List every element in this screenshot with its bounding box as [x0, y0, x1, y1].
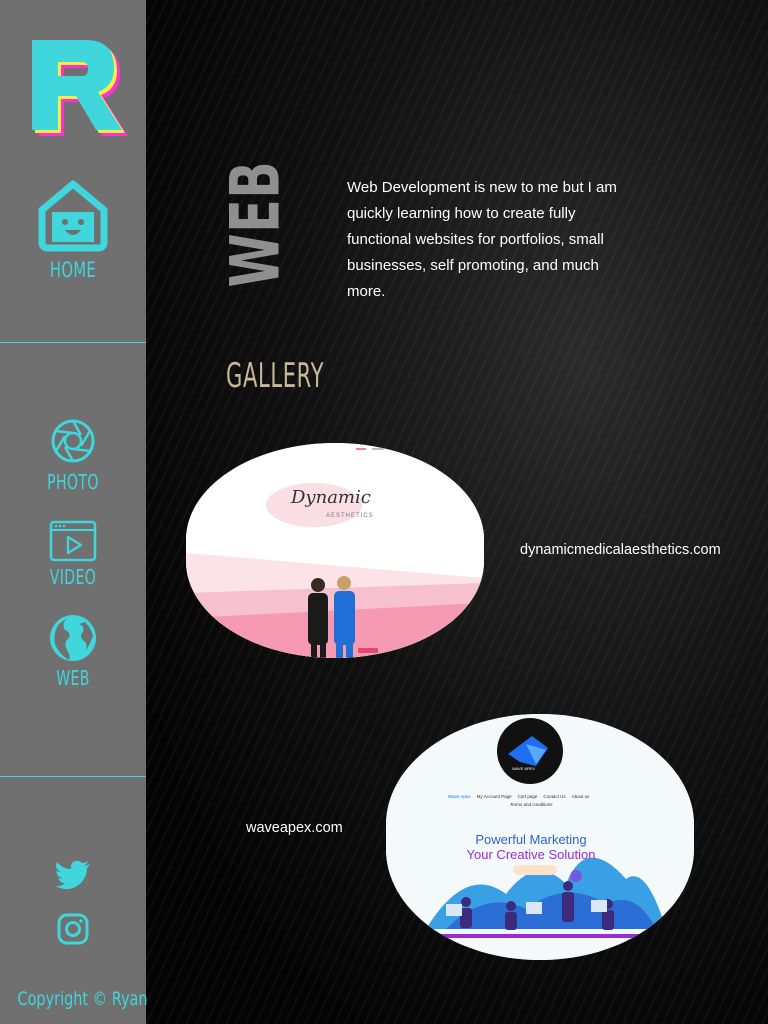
sidebar-divider-bottom	[0, 776, 146, 777]
web-intro-text: Web Development is new to me but I am qu…	[347, 179, 617, 300]
video-player-icon	[49, 520, 97, 562]
nav-photo-label: PHOTO	[47, 470, 99, 494]
section-title-web: WEB	[216, 160, 296, 288]
project-link-dynamic[interactable]: dynamicmedicalaesthetics.com	[520, 542, 721, 558]
nav-video-label: VIDEO	[49, 565, 97, 589]
nav-video[interactable]: VIDEO	[0, 520, 146, 589]
waveapex-logo-text: WAVE APEX	[512, 766, 535, 771]
waveapex-nav-item: Wave Apex	[448, 794, 471, 799]
project-thumbnail-dynamic[interactable]: Dynamic AESTHETICS	[186, 443, 484, 658]
project-thumbnail-waveapex[interactable]: WAVE APEX Wave Apex My Account Page Cart…	[386, 714, 694, 960]
home-icon	[38, 180, 108, 252]
waveapex-nav-item: About us	[571, 794, 590, 799]
logo-r[interactable]	[22, 30, 128, 136]
sidebar: HOME PHOTO VIDEO WEB Copyright © Ryan	[0, 0, 148, 1024]
dynamic-logo-text: Dynamic	[291, 487, 371, 508]
project-link-waveapex[interactable]: waveapex.com	[246, 820, 343, 836]
dynamic-site-preview	[186, 443, 484, 658]
nav-web-label: WEB	[56, 666, 90, 690]
dynamic-logo-subtext: AESTHETICS	[326, 513, 374, 519]
waveapex-nav-item: Cart page	[517, 794, 538, 799]
globe-icon	[50, 615, 96, 661]
nav-home-label: HOME	[49, 258, 97, 282]
nav-web[interactable]: WEB	[0, 614, 146, 690]
copyright-text: Copyright © Ryan	[17, 988, 148, 1010]
camera-aperture-icon	[51, 419, 95, 463]
waveapex-nav-item: Contact Us	[543, 794, 566, 799]
sidebar-divider-top	[0, 342, 146, 343]
waveapex-nav-item: My Account Page	[476, 794, 512, 799]
waveapex-headline-1: Powerful Marketing	[475, 832, 587, 847]
nav-photo[interactable]: PHOTO	[0, 418, 146, 494]
nav-home[interactable]: HOME	[0, 180, 146, 282]
gallery-title: GALLERY	[226, 356, 325, 396]
waveapex-nav-terms: Terms and conditions	[510, 802, 553, 807]
waveapex-nav: Wave Apex My Account Page Cart page Cont…	[448, 794, 648, 799]
instagram-icon[interactable]	[57, 913, 89, 945]
waveapex-headline-2: Your Creative Solution	[466, 847, 596, 862]
twitter-icon[interactable]	[55, 860, 91, 890]
